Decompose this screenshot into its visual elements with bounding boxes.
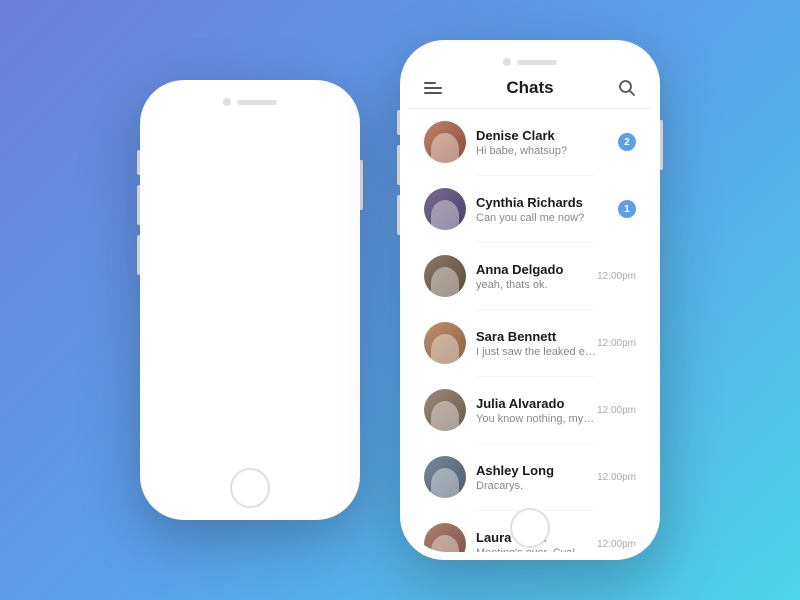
divider xyxy=(476,175,594,176)
vol-down-button xyxy=(137,235,140,275)
chat-name: Ashley Long xyxy=(476,463,597,478)
right-phone-screen: Chats Denise Clark Hi babe, whatsup?2 Cynt… xyxy=(408,48,652,552)
chat-list: Denise Clark Hi babe, whatsup?2 Cynthia Ri… xyxy=(408,109,652,552)
chat-item[interactable]: Anna Delgado yeah, thats ok.12:00pm xyxy=(416,245,644,307)
avatar xyxy=(424,121,466,163)
chat-name: Anna Delgado xyxy=(476,262,597,277)
chat-meta: 12:00pm xyxy=(597,539,636,550)
chat-preview: yeah, thats ok. xyxy=(476,279,597,291)
right-button xyxy=(360,160,363,210)
chat-info: Cynthia Richards Can you call me now? xyxy=(476,195,618,224)
chat-item[interactable]: Denise Clark Hi babe, whatsup?2 xyxy=(416,111,644,173)
chat-preview: You know nothing, my dear. xyxy=(476,413,597,425)
chat-name: Cynthia Richards xyxy=(476,195,618,210)
divider xyxy=(476,309,594,310)
chat-meta: 12:00pm xyxy=(597,405,636,416)
chat-name: Sara Bennett xyxy=(476,329,597,344)
chat-preview: Meeting's over. Cya! xyxy=(476,547,597,553)
menu-icon[interactable] xyxy=(424,82,442,94)
divider xyxy=(476,443,594,444)
chat-meta: 12:00pm xyxy=(597,271,636,282)
left-phone xyxy=(140,80,360,520)
chat-preview: I just saw the leaked episode of... xyxy=(476,346,597,358)
unread-badge: 2 xyxy=(618,133,636,151)
avatar xyxy=(424,389,466,431)
chat-meta: 12:00pm xyxy=(597,338,636,349)
phones-container: Chats Denise Clark Hi babe, whatsup?2 Cynt… xyxy=(140,40,660,560)
chat-name: Julia Alvarado xyxy=(476,396,597,411)
chat-info: Ashley Long Dracarys. xyxy=(476,463,597,492)
menu-line-1 xyxy=(424,82,436,84)
home-button-2[interactable] xyxy=(510,508,550,548)
chat-info: Denise Clark Hi babe, whatsup? xyxy=(476,128,618,157)
chat-preview: Can you call me now? xyxy=(476,212,618,224)
chat-time: 12:00pm xyxy=(597,271,636,282)
right-phone: Chats Denise Clark Hi babe, whatsup?2 Cynt… xyxy=(400,40,660,560)
chat-meta: 2 xyxy=(618,133,636,151)
avatar xyxy=(424,188,466,230)
chat-item[interactable]: Cynthia Richards Can you call me now?1 xyxy=(416,178,644,240)
chat-meta: 12:00pm xyxy=(597,472,636,483)
chat-item[interactable]: Julia Alvarado You know nothing, my dear.… xyxy=(416,379,644,441)
vol-up-button-2 xyxy=(397,145,400,185)
left-phone-screen xyxy=(148,88,352,512)
camera xyxy=(223,98,231,106)
chat-info: Julia Alvarado You know nothing, my dear. xyxy=(476,396,597,425)
speaker-2 xyxy=(517,60,557,65)
avatar xyxy=(424,322,466,364)
menu-line-2 xyxy=(424,87,442,89)
chat-time: 12:00pm xyxy=(597,539,636,550)
home-button[interactable] xyxy=(230,468,270,508)
chat-preview: Hi babe, whatsup? xyxy=(476,145,618,157)
divider xyxy=(476,376,594,377)
speaker xyxy=(237,100,277,105)
camera-2 xyxy=(503,58,511,66)
divider xyxy=(476,242,594,243)
mute-button-2 xyxy=(397,110,400,135)
chat-meta: 1 xyxy=(618,200,636,218)
chat-time: 12:00pm xyxy=(597,472,636,483)
right-button-2 xyxy=(660,120,663,170)
chat-info: Sara Bennett I just saw the leaked episod… xyxy=(476,329,597,358)
page-title: Chats xyxy=(506,78,553,98)
chat-name: Denise Clark xyxy=(476,128,618,143)
chat-time: 12:00pm xyxy=(597,405,636,416)
chat-preview: Dracarys. xyxy=(476,480,597,492)
avatar xyxy=(424,456,466,498)
notch-area xyxy=(148,88,352,106)
vol-down-button-2 xyxy=(397,195,400,235)
chat-time: 12:00pm xyxy=(597,338,636,349)
avatar xyxy=(424,255,466,297)
chat-header: Chats xyxy=(408,66,652,109)
notch-area-2 xyxy=(408,48,652,66)
avatar xyxy=(424,523,466,552)
chat-info: Anna Delgado yeah, thats ok. xyxy=(476,262,597,291)
unread-badge: 1 xyxy=(618,200,636,218)
vol-up-button xyxy=(137,185,140,225)
chat-app: Chats Denise Clark Hi babe, whatsup?2 Cynt… xyxy=(408,66,652,552)
mute-button xyxy=(137,150,140,175)
chat-item[interactable]: Ashley Long Dracarys.12:00pm xyxy=(416,446,644,508)
search-icon[interactable] xyxy=(618,79,636,97)
menu-line-3 xyxy=(424,92,442,94)
chat-item[interactable]: Sara Bennett I just saw the leaked episod… xyxy=(416,312,644,374)
